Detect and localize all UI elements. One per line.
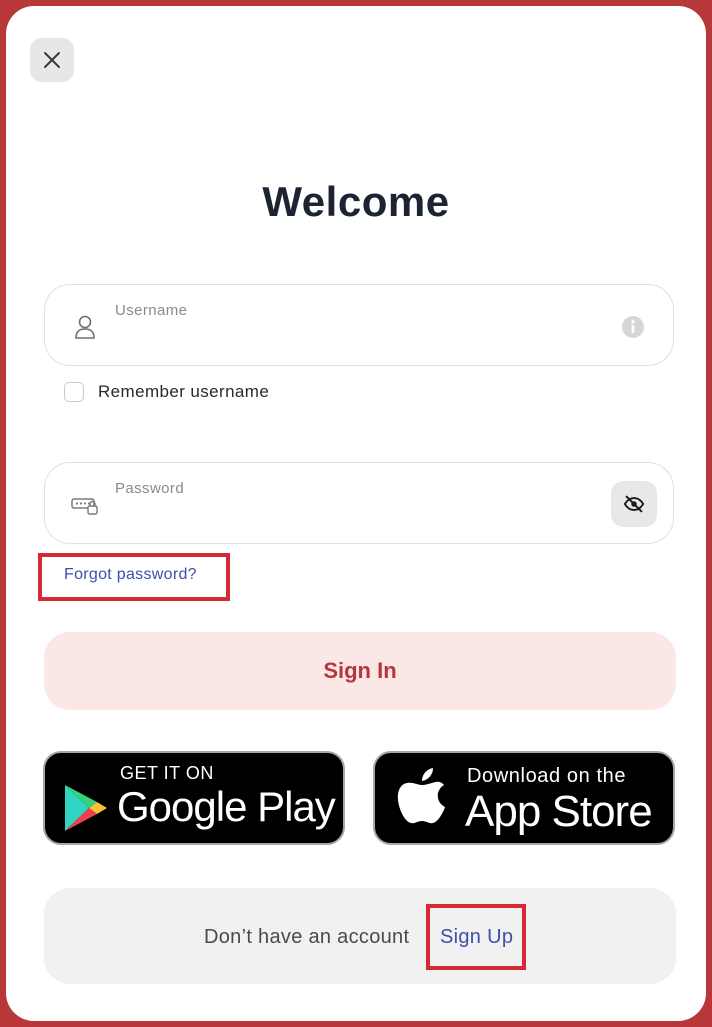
remember-username-checkbox[interactable] [64, 382, 84, 402]
close-icon [44, 52, 60, 68]
google-play-small-text: GET IT ON [120, 763, 214, 783]
eye-slash-icon [623, 495, 645, 513]
sign-up-link[interactable]: Sign Up [440, 926, 513, 949]
app-store-big-text: App Store [465, 787, 653, 836]
google-play-icon [65, 785, 107, 831]
username-label: Username [115, 302, 188, 319]
username-field[interactable]: Username [44, 284, 674, 366]
google-play-big-text: Google Play [117, 783, 336, 830]
no-account-text: Don’t have an account [204, 926, 410, 948]
login-dialog: Welcome Username Remember username Passw… [6, 6, 706, 1021]
forgot-password-link[interactable]: Forgot password? [64, 566, 197, 584]
info-icon[interactable] [621, 315, 645, 339]
apple-icon [397, 768, 445, 824]
signup-panel: Don’t have an account Sign Up [44, 888, 676, 984]
close-button[interactable] [30, 38, 74, 82]
remember-username-label: Remember username [98, 382, 270, 401]
password-keypad-icon [71, 498, 98, 515]
app-store-small-text: Download on the [467, 765, 627, 787]
page-title: Welcome [262, 178, 450, 225]
sign-in-button[interactable]: Sign In [44, 632, 676, 710]
user-icon [75, 315, 95, 339]
google-play-badge[interactable]: GET IT ON Google Play [43, 751, 345, 845]
remember-username[interactable]: Remember username [64, 382, 269, 402]
password-field[interactable]: Password [44, 462, 674, 544]
password-label: Password [115, 480, 185, 497]
toggle-password-visibility-button[interactable] [611, 481, 657, 527]
app-store-badge[interactable]: Download on the App Store [373, 751, 675, 845]
